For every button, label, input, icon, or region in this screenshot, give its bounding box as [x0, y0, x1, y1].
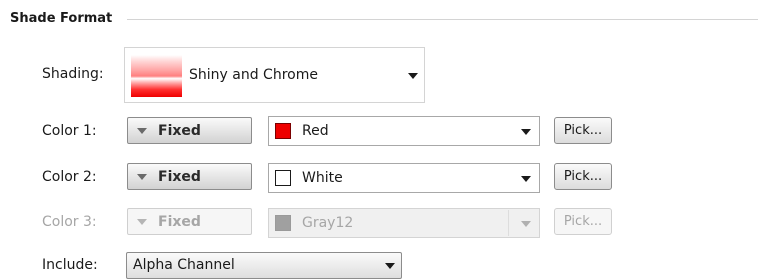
color1-swatch	[275, 123, 291, 139]
color3-select[interactable]: Gray12	[268, 208, 540, 238]
color2-label: Color 2:	[42, 169, 97, 185]
color3-pick-button[interactable]: Pick...	[554, 208, 612, 235]
shading-value: Shiny and Chrome	[189, 67, 318, 83]
color3-mode-button[interactable]: Fixed	[127, 208, 252, 235]
color3-mode-label: Fixed	[158, 214, 201, 230]
shade-format-panel: Shade Format Shading: Shiny and Chrome C…	[0, 0, 758, 280]
include-dropdown[interactable]: Alpha Channel	[126, 252, 402, 279]
color2-pick-button[interactable]: Pick...	[554, 163, 612, 190]
color1-select[interactable]: Red	[268, 116, 540, 146]
color1-mode-label: Fixed	[158, 123, 201, 139]
section-title: Shade Format	[10, 11, 113, 26]
color3-swatch	[275, 215, 291, 231]
triangle-down-icon	[137, 219, 147, 225]
chevron-down-icon	[408, 73, 418, 79]
color1-pick-button[interactable]: Pick...	[554, 117, 612, 144]
color2-select[interactable]: White	[268, 163, 540, 193]
chevron-down-icon	[521, 176, 531, 182]
color2-swatch	[275, 170, 291, 186]
chevron-down-icon	[521, 129, 531, 135]
shading-preview-swatch	[131, 55, 182, 97]
color2-mode-label: Fixed	[158, 169, 201, 185]
color3-label: Color 3:	[42, 214, 97, 230]
color1-label: Color 1:	[42, 123, 97, 139]
triangle-down-icon	[137, 128, 147, 134]
shading-label: Shading:	[42, 66, 104, 82]
chevron-down-icon	[521, 221, 531, 227]
include-label: Include:	[42, 257, 98, 273]
color2-mode-button[interactable]: Fixed	[127, 163, 252, 190]
color1-value: Red	[302, 123, 329, 139]
triangle-down-icon	[137, 174, 147, 180]
color1-mode-button[interactable]: Fixed	[127, 117, 252, 144]
section-divider	[127, 19, 758, 20]
dropdown-separator	[508, 210, 509, 236]
color3-value: Gray12	[302, 215, 354, 231]
include-value: Alpha Channel	[133, 257, 235, 273]
shading-dropdown[interactable]: Shiny and Chrome	[124, 47, 425, 103]
color2-value: White	[302, 170, 343, 186]
chevron-down-icon	[385, 263, 395, 269]
